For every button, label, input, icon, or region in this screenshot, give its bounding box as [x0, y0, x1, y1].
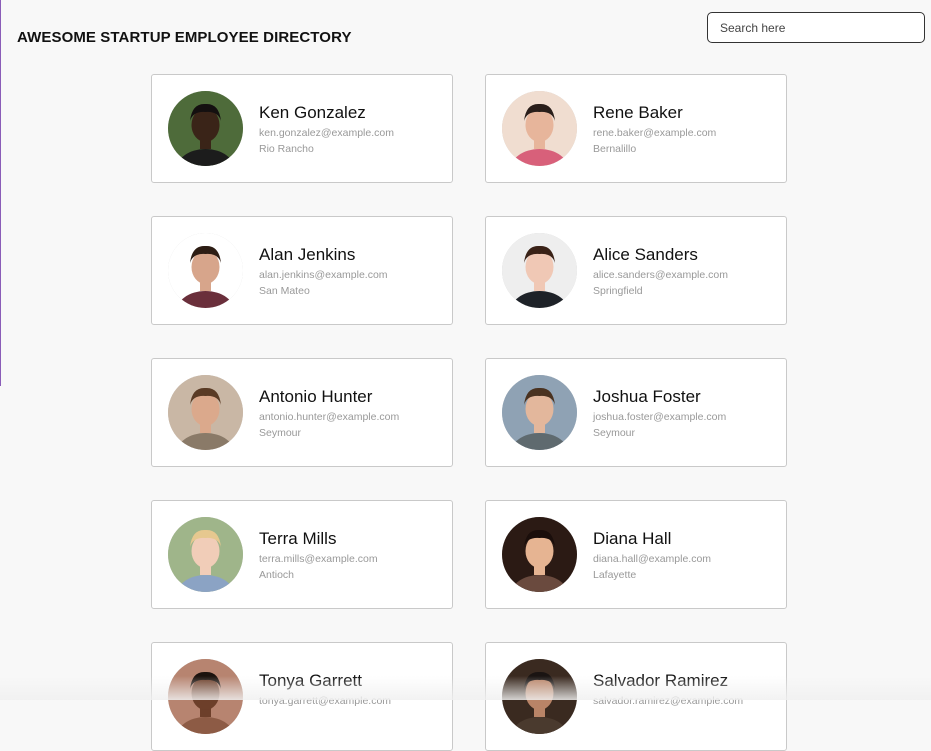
employee-email: ken.gonzalez@example.com	[259, 127, 394, 139]
page-title: AWESOME STARTUP EMPLOYEE DIRECTORY	[17, 29, 352, 46]
employee-name: Terra Mills	[259, 529, 337, 548]
employee-card[interactable]: Terra Mills terra.mills@example.com Antioc…	[151, 500, 453, 609]
employee-name: Joshua Foster	[593, 387, 701, 406]
employee-email: joshua.foster@example.com	[593, 411, 727, 423]
employee-card[interactable]: Alice Sanders alice.sanders@example.com Sp…	[485, 216, 787, 325]
employee-city: Rio Rancho	[259, 143, 314, 155]
employee-email: alice.sanders@example.com	[593, 269, 728, 281]
employee-card[interactable]: Tonya Garrett tonya.garrett@example.com	[151, 642, 453, 751]
avatar	[502, 233, 577, 308]
employee-city: Seymour	[593, 427, 636, 439]
employee-name: Ken Gonzalez	[259, 103, 366, 122]
employee-grid: Ken Gonzalez ken.gonzalez@example.com Rio …	[151, 74, 787, 751]
employee-name: Alan Jenkins	[259, 245, 356, 264]
employee-card[interactable]: Ken Gonzalez ken.gonzalez@example.com Rio …	[151, 74, 453, 183]
employee-city: Antioch	[259, 569, 295, 581]
employee-name: Alice Sanders	[593, 245, 698, 264]
employee-name: Antonio Hunter	[259, 387, 373, 406]
avatar	[168, 517, 243, 592]
employee-city: San Mateo	[259, 285, 310, 297]
avatar	[502, 659, 577, 734]
employee-email: alan.jenkins@example.com	[259, 269, 388, 281]
avatar	[168, 91, 243, 166]
avatar	[168, 233, 243, 308]
employee-card[interactable]: Joshua Foster joshua.foster@example.com Se…	[485, 358, 787, 467]
avatar	[502, 91, 577, 166]
page-header: AWESOME STARTUP EMPLOYEE DIRECTORY	[0, 0, 931, 60]
employee-email: terra.mills@example.com	[259, 553, 378, 565]
employee-email: salvador.ramirez@example.com	[593, 695, 744, 707]
employee-name: Tonya Garrett	[259, 671, 362, 690]
employee-name: Rene Baker	[593, 103, 683, 122]
employee-card[interactable]: Diana Hall diana.hall@example.com Lafayett…	[485, 500, 787, 609]
employee-city: Seymour	[259, 427, 302, 439]
search-input[interactable]	[707, 12, 925, 43]
employee-city: Bernalillo	[593, 143, 637, 155]
employee-email: rene.baker@example.com	[593, 127, 717, 139]
avatar	[502, 517, 577, 592]
avatar	[502, 375, 577, 450]
employee-card[interactable]: Antonio Hunter antonio.hunter@example.com…	[151, 358, 453, 467]
employee-email: diana.hall@example.com	[593, 553, 712, 565]
employee-name: Diana Hall	[593, 529, 672, 548]
employee-name: Salvador Ramirez	[593, 671, 729, 690]
employee-email: antonio.hunter@example.com	[259, 411, 400, 423]
employee-card[interactable]: Rene Baker rene.baker@example.com Bernalil…	[485, 74, 787, 183]
employee-card[interactable]: Alan Jenkins alan.jenkins@example.com San …	[151, 216, 453, 325]
employee-email: tonya.garrett@example.com	[259, 695, 392, 707]
employee-card[interactable]: Salvador Ramirez salvador.ramirez@example…	[485, 642, 787, 751]
employee-city: Springfield	[593, 285, 643, 297]
employee-city: Lafayette	[593, 569, 637, 581]
avatar	[168, 659, 243, 734]
avatar	[168, 375, 243, 450]
